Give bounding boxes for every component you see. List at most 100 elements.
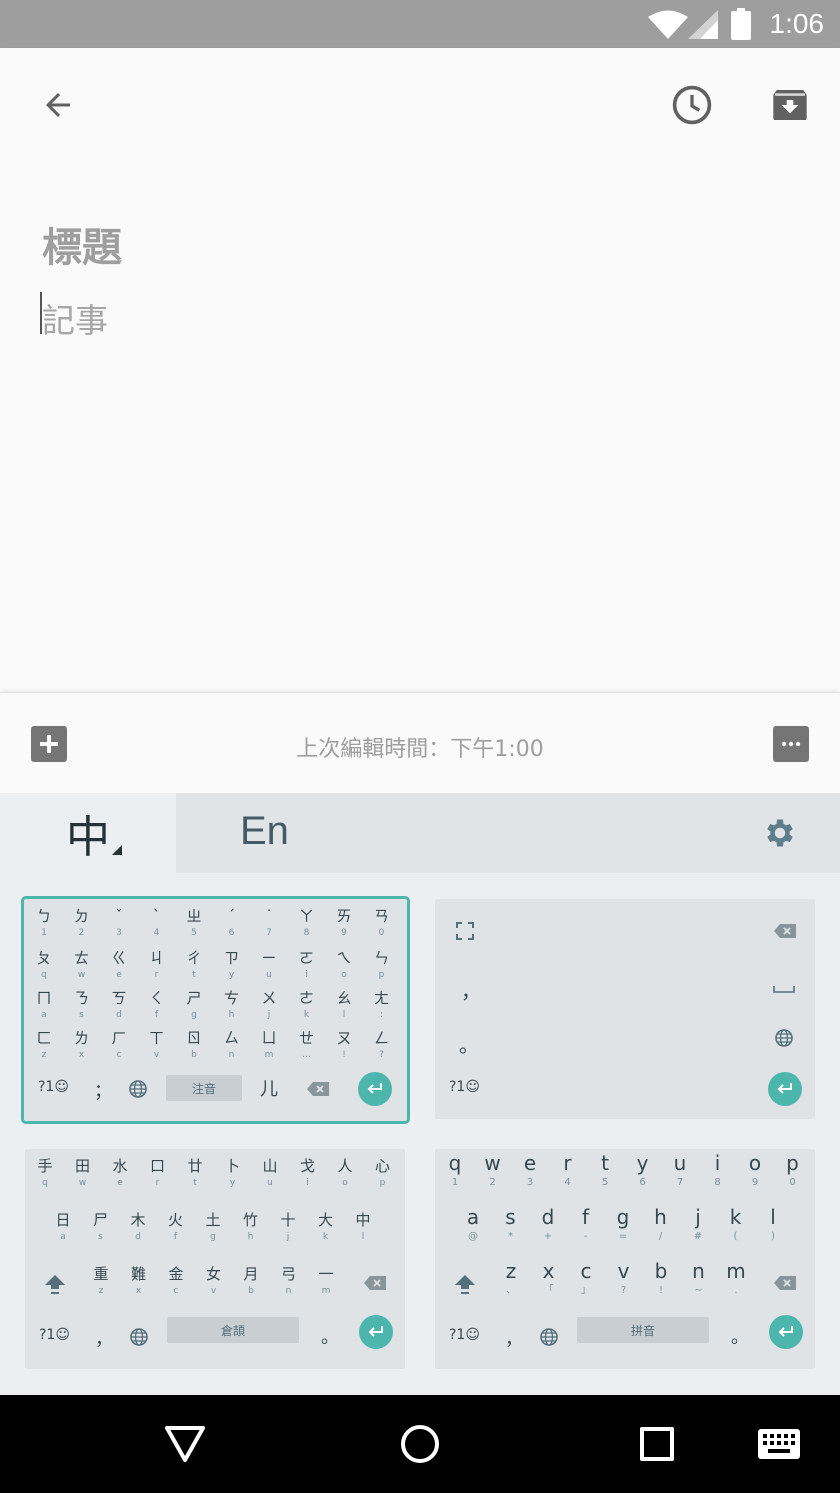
key[interactable]: 木d bbox=[122, 1211, 154, 1243]
key[interactable]: ㄢ0 bbox=[366, 907, 398, 939]
key[interactable]: ㄇa bbox=[28, 989, 60, 1021]
globe-key[interactable] bbox=[128, 1079, 148, 1103]
comma-key[interactable]: ， bbox=[95, 1325, 113, 1351]
key[interactable]: ˇ3 bbox=[103, 907, 135, 939]
shift-key[interactable] bbox=[454, 1273, 476, 1299]
enter-key[interactable] bbox=[768, 1072, 802, 1106]
key[interactable]: ㄜk bbox=[291, 989, 323, 1021]
key[interactable]: ㄒv bbox=[141, 1029, 173, 1061]
key[interactable]: ㄘh bbox=[216, 989, 248, 1021]
symbols-key[interactable]: ?1☺ bbox=[38, 1079, 69, 1095]
key[interactable]: 大k bbox=[310, 1211, 342, 1243]
key[interactable]: ㄞ9 bbox=[328, 907, 360, 939]
comma-key[interactable]: ， bbox=[461, 975, 481, 1004]
key[interactable]: 田w bbox=[67, 1157, 99, 1189]
key[interactable]: r4 bbox=[552, 1151, 584, 1189]
key[interactable]: 一m bbox=[310, 1265, 342, 1297]
shift-key[interactable] bbox=[44, 1273, 66, 1299]
enter-key[interactable] bbox=[769, 1315, 803, 1349]
key[interactable]: ㄛi bbox=[291, 949, 323, 981]
key[interactable]: ㄆq bbox=[28, 949, 60, 981]
key[interactable]: ˊ6 bbox=[216, 907, 248, 939]
tab-chinese[interactable]: 中 bbox=[0, 793, 176, 873]
key[interactable]: u7 bbox=[664, 1151, 696, 1189]
nav-recents-button[interactable] bbox=[632, 1419, 682, 1469]
key[interactable]: a @ bbox=[457, 1205, 489, 1243]
key[interactable]: ㄟo bbox=[328, 949, 360, 981]
gear-icon[interactable] bbox=[762, 815, 798, 851]
title-field[interactable]: 標題 bbox=[42, 215, 122, 273]
key[interactable]: y6 bbox=[627, 1151, 659, 1189]
symbols-key[interactable]: ?1☺ bbox=[449, 1327, 480, 1343]
key[interactable]: 火f bbox=[160, 1211, 192, 1243]
key[interactable]: w2 bbox=[477, 1151, 509, 1189]
key[interactable]: ㄏc bbox=[103, 1029, 135, 1061]
key[interactable]: e3 bbox=[514, 1151, 546, 1189]
key[interactable]: ㄓ5 bbox=[178, 907, 210, 939]
key[interactable]: t5 bbox=[589, 1151, 621, 1189]
key[interactable]: ㄤ: bbox=[366, 989, 398, 1021]
delete-key[interactable] bbox=[306, 1081, 330, 1101]
key[interactable]: ㄣp bbox=[366, 949, 398, 981]
spacebar-key[interactable] bbox=[773, 979, 795, 998]
more-button[interactable] bbox=[773, 726, 809, 762]
key[interactable]: ㄥ? bbox=[366, 1029, 398, 1061]
key[interactable]: 水e bbox=[104, 1157, 136, 1189]
key[interactable]: 十j bbox=[272, 1211, 304, 1243]
key[interactable]: j # bbox=[682, 1205, 714, 1243]
enter-key[interactable] bbox=[359, 1315, 393, 1349]
handwriting-layout-option[interactable]: ， 。 ?1☺ bbox=[435, 899, 815, 1119]
key[interactable]: g = bbox=[607, 1205, 639, 1243]
key[interactable]: ㄎd bbox=[103, 989, 135, 1021]
globe-key[interactable] bbox=[539, 1327, 559, 1351]
key[interactable]: 戈i bbox=[292, 1157, 324, 1189]
comma-key[interactable]: ， bbox=[505, 1325, 523, 1351]
reminder-button[interactable] bbox=[668, 81, 716, 129]
key[interactable]: l) bbox=[757, 1205, 789, 1243]
key[interactable]: ㄡ! bbox=[328, 1029, 360, 1061]
nav-keyboard-switch-button[interactable] bbox=[754, 1419, 804, 1469]
key[interactable]: 卜y bbox=[217, 1157, 249, 1189]
space-key[interactable]: 拼音 bbox=[577, 1317, 709, 1343]
key[interactable]: 山u bbox=[254, 1157, 286, 1189]
key[interactable]: 人o bbox=[329, 1157, 361, 1189]
period-key[interactable]: 。 bbox=[731, 1323, 749, 1349]
pinyin-layout-option[interactable]: q 1 w 2 e 3 r 4 t 5 y 6 u 7 i 8 o 9 p 0 a @ s * d + f - g = h / j # k(l) z、… bbox=[435, 1149, 815, 1369]
key[interactable]: h / bbox=[645, 1205, 677, 1243]
key[interactable]: 土g bbox=[197, 1211, 229, 1243]
key[interactable]: q1 bbox=[439, 1151, 471, 1189]
key[interactable]: ㄗy bbox=[216, 949, 248, 981]
key[interactable]: 廿t bbox=[179, 1157, 211, 1189]
key[interactable]: 重z bbox=[85, 1265, 117, 1297]
key[interactable]: ㄊw bbox=[66, 949, 98, 981]
key[interactable]: 難x bbox=[123, 1265, 155, 1297]
key[interactable]: 日a bbox=[47, 1211, 79, 1243]
key[interactable]: ㄋs bbox=[66, 989, 98, 1021]
key[interactable]: z、 bbox=[495, 1259, 527, 1297]
key[interactable]: b! bbox=[645, 1259, 677, 1297]
key[interactable]: ㄚ8 bbox=[291, 907, 323, 939]
key[interactable]: m. bbox=[720, 1259, 752, 1297]
key[interactable]: p0 bbox=[777, 1151, 809, 1189]
key[interactable]: f- bbox=[570, 1205, 602, 1243]
key[interactable]: 女v bbox=[198, 1265, 230, 1297]
space-key[interactable]: 注音 bbox=[166, 1075, 242, 1101]
cangjie-layout-option[interactable]: 手q田w水e口r廿t卜y山u戈i人o心p日a尸s木d火f土g竹h十j大k中l重z… bbox=[25, 1149, 405, 1369]
symbols-key[interactable]: ?1☺ bbox=[39, 1327, 70, 1343]
key[interactable]: ㄌx bbox=[66, 1029, 98, 1061]
key[interactable]: i8 bbox=[702, 1151, 734, 1189]
key[interactable]: ㄩm bbox=[253, 1029, 285, 1061]
key[interactable]: ㄖb bbox=[178, 1029, 210, 1061]
key[interactable]: s * bbox=[495, 1205, 527, 1243]
globe-key[interactable] bbox=[774, 1028, 794, 1052]
key[interactable]: ㄈz bbox=[28, 1029, 60, 1061]
symbols-key[interactable]: ?1☺ bbox=[449, 1079, 480, 1095]
back-button[interactable] bbox=[34, 81, 82, 129]
nav-home-button[interactable] bbox=[395, 1419, 445, 1469]
enter-key[interactable] bbox=[358, 1072, 392, 1106]
key[interactable]: ㄍe bbox=[103, 949, 135, 981]
key[interactable]: o9 bbox=[739, 1151, 771, 1189]
key[interactable]: v? bbox=[608, 1259, 640, 1297]
space-key[interactable]: 倉頡 bbox=[167, 1317, 299, 1343]
key[interactable]: 口r bbox=[142, 1157, 174, 1189]
